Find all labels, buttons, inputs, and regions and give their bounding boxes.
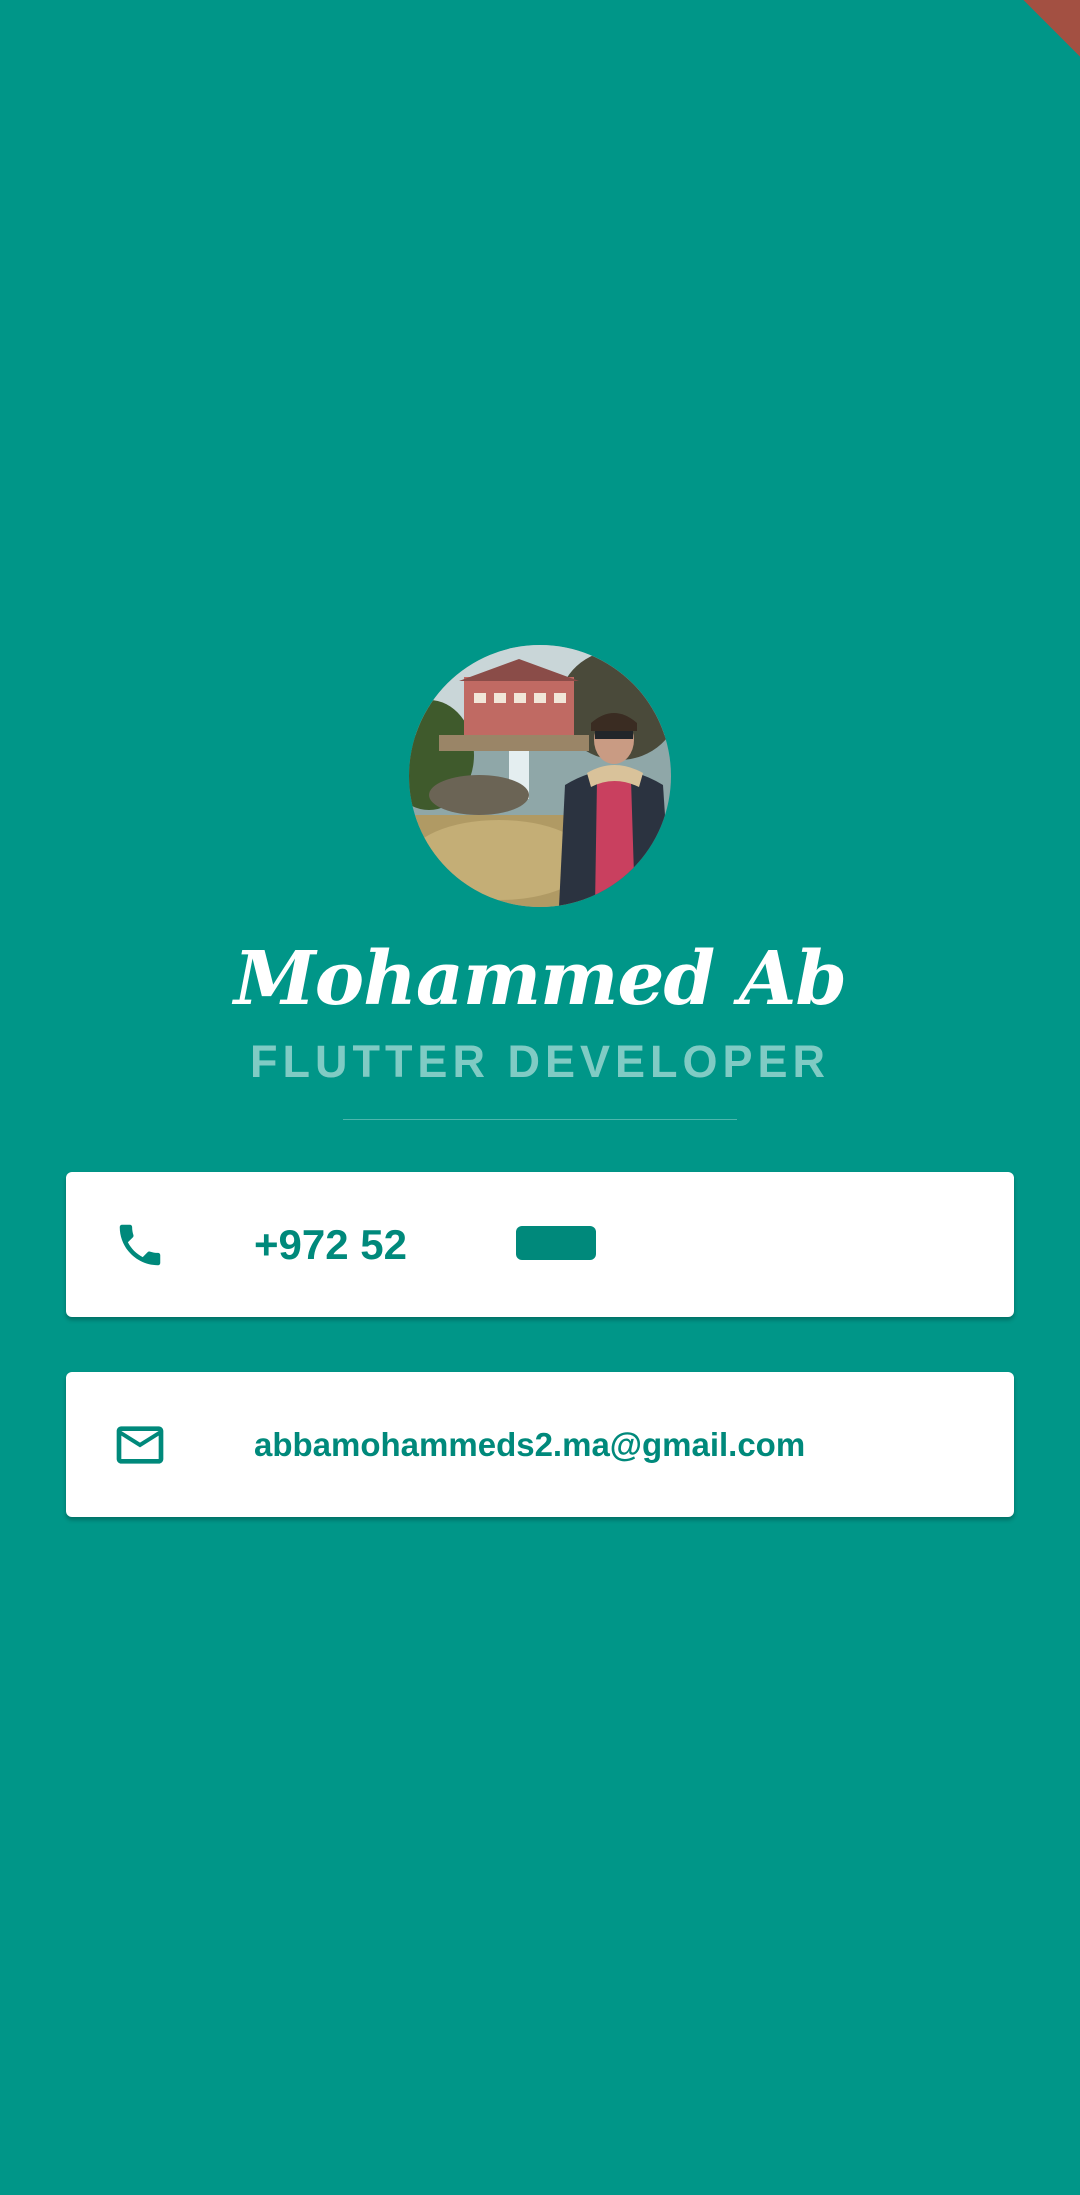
email-address: abbamohammeds2.ma@gmail.com (254, 1425, 806, 1463)
divider (343, 1119, 737, 1120)
profile-role: FLUTTER DEVELOPER (249, 1036, 831, 1087)
mail-icon (110, 1415, 170, 1475)
avatar-photo (409, 645, 671, 907)
profile-section: Mohammed Ab FLUTTER DEVELOPER (0, 645, 1080, 1120)
debug-banner (1023, 0, 1080, 57)
email-card[interactable]: abbamohammeds2.ma@gmail.com (66, 1372, 1014, 1517)
redacted-phone-digits (516, 1226, 596, 1260)
phone-card[interactable]: +972 52 (66, 1172, 1014, 1317)
phone-icon (110, 1215, 170, 1275)
avatar (409, 645, 671, 907)
phone-number: +972 52 (254, 1220, 407, 1268)
profile-name: Mohammed Ab (233, 936, 847, 1022)
